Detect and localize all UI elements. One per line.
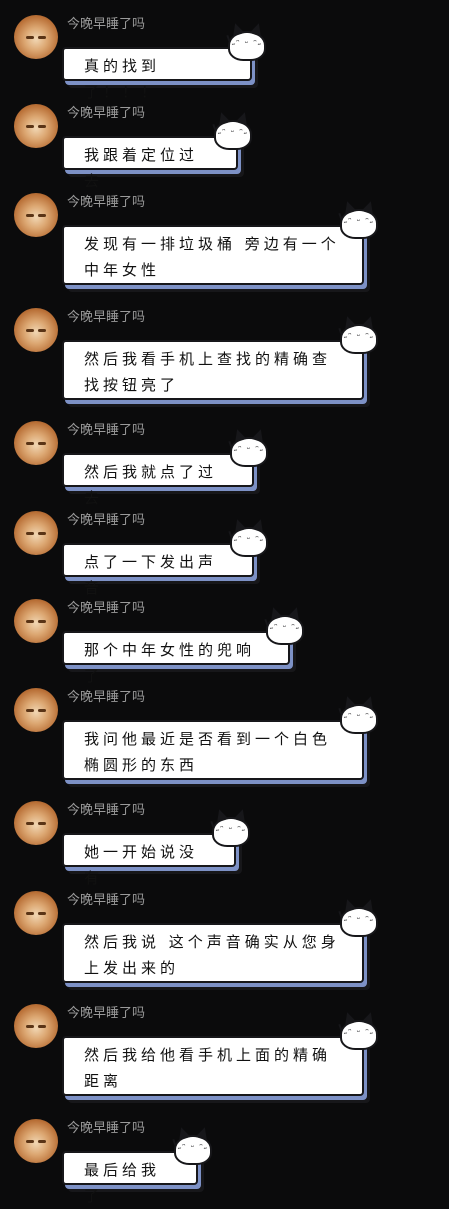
message-bubble[interactable]: 然后我说 这个声音确实从您身上发出来的 ˶ᵔ ᵕ ᵔ˶: [62, 907, 378, 983]
cat-face: ˶ᵔ ᵕ ᵔ˶: [270, 623, 300, 633]
username: 今晚早睡了吗: [67, 423, 146, 438]
username: 今晚早睡了吗: [67, 1121, 146, 1136]
message-text: 然后我看手机上查找的精确查找按钮亮了: [84, 350, 332, 394]
username: 今晚早睡了吗: [67, 893, 146, 908]
cat-sticker-icon: ˶ᵔ ᵕ ᵔ˶: [212, 817, 250, 847]
cat-face: ˶ᵔ ᵕ ᵔ˶: [216, 825, 246, 835]
cat-face: ˶ᵔ ᵕ ᵔ˶: [344, 1028, 374, 1038]
message-text: 我问他最近是否看到一个白色椭圆形的东西: [84, 730, 332, 774]
username: 今晚早睡了吗: [67, 513, 146, 528]
message-text: 我跟着定位过去: [84, 146, 199, 190]
message-bubble[interactable]: 点了一下发出声音 ˶ᵔ ᵕ ᵔ˶: [62, 527, 268, 597]
message-text: 然后我就点了过去: [84, 463, 218, 507]
username: 今晚早睡了吗: [67, 17, 146, 32]
message-text: 真的找到了！！！: [84, 57, 161, 101]
cat-sticker-icon: ˶ᵔ ᵕ ᵔ˶: [340, 209, 378, 239]
avatar[interactable]: [14, 15, 58, 59]
message-bubble[interactable]: 然后我就点了过去 ˶ᵔ ᵕ ᵔ˶: [62, 437, 268, 507]
username: 今晚早睡了吗: [67, 195, 146, 210]
message-bubble[interactable]: 发现有一排垃圾桶 旁边有一个中年女性 ˶ᵔ ᵕ ᵔ˶: [62, 209, 378, 285]
message-bubble[interactable]: 我跟着定位过去 ˶ᵔ ᵕ ᵔ˶: [62, 120, 252, 190]
cat-sticker-icon: ˶ᵔ ᵕ ᵔ˶: [266, 615, 304, 645]
avatar[interactable]: [14, 688, 58, 732]
username: 今晚早睡了吗: [67, 310, 146, 325]
cat-sticker-icon: ˶ᵔ ᵕ ᵔ˶: [340, 704, 378, 734]
message-text: 发现有一排垃圾桶 旁边有一个中年女性: [84, 235, 340, 279]
username: 今晚早睡了吗: [67, 106, 146, 121]
message-bubble[interactable]: 那个中年女性的兜响了 ˶ᵔ ᵕ ᵔ˶: [62, 615, 304, 685]
avatar[interactable]: [14, 1004, 58, 1048]
message-text: 点了一下发出声音: [84, 553, 218, 597]
username: 今晚早睡了吗: [67, 601, 146, 616]
cat-face: ˶ᵔ ᵕ ᵔ˶: [344, 712, 374, 722]
chat-list: 今晚早睡了吗 真的找到了！！！ ˶ᵔ ᵕ ᵔ˶ 今晚早睡了吗 我跟着定位过去 ˶ᵔ ᵕ ᵔ…: [0, 0, 449, 1205]
cat-face: ˶ᵔ ᵕ ᵔ˶: [232, 39, 262, 49]
cat-face: ˶ᵔ ᵕ ᵔ˶: [344, 332, 374, 342]
cat-sticker-icon: ˶ᵔ ᵕ ᵔ˶: [228, 31, 266, 61]
avatar[interactable]: [14, 1119, 58, 1163]
avatar[interactable]: [14, 599, 58, 643]
cat-sticker-icon: ˶ᵔ ᵕ ᵔ˶: [230, 437, 268, 467]
message-text: 然后我给他看手机上面的精确距离: [84, 1046, 332, 1090]
username: 今晚早睡了吗: [67, 1006, 146, 1021]
cat-face: ˶ᵔ ᵕ ᵔ˶: [344, 915, 374, 925]
username: 今晚早睡了吗: [67, 803, 146, 818]
cat-sticker-icon: ˶ᵔ ᵕ ᵔ˶: [340, 907, 378, 937]
cat-sticker-icon: ˶ᵔ ᵕ ᵔ˶: [340, 324, 378, 354]
cat-face: ˶ᵔ ᵕ ᵔ˶: [178, 1143, 208, 1153]
message-bubble[interactable]: 我问他最近是否看到一个白色椭圆形的东西 ˶ᵔ ᵕ ᵔ˶: [62, 704, 378, 780]
avatar[interactable]: [14, 511, 58, 555]
cat-face: ˶ᵔ ᵕ ᵔ˶: [344, 217, 374, 227]
message-text: 她一开始说没有: [84, 843, 199, 887]
message-bubble[interactable]: 然后我看手机上查找的精确查找按钮亮了 ˶ᵔ ᵕ ᵔ˶: [62, 324, 378, 400]
avatar[interactable]: [14, 801, 58, 845]
avatar[interactable]: [14, 421, 58, 465]
message-text: 然后我说 这个声音确实从您身上发出来的: [84, 933, 340, 977]
message-text: 那个中年女性的兜响了: [84, 641, 256, 685]
avatar[interactable]: [14, 308, 58, 352]
cat-sticker-icon: ˶ᵔ ᵕ ᵔ˶: [230, 527, 268, 557]
cat-face: ˶ᵔ ᵕ ᵔ˶: [234, 535, 264, 545]
avatar[interactable]: [14, 193, 58, 237]
message-bubble[interactable]: 最后给我了 ˶ᵔ ᵕ ᵔ˶: [62, 1135, 212, 1205]
cat-face: ˶ᵔ ᵕ ᵔ˶: [218, 128, 248, 138]
avatar[interactable]: [14, 891, 58, 935]
cat-sticker-icon: ˶ᵔ ᵕ ᵔ˶: [174, 1135, 212, 1165]
cat-face: ˶ᵔ ᵕ ᵔ˶: [234, 445, 264, 455]
avatar[interactable]: [14, 104, 58, 148]
cat-sticker-icon: ˶ᵔ ᵕ ᵔ˶: [340, 1020, 378, 1050]
message-bubble[interactable]: 真的找到了！！！ ˶ᵔ ᵕ ᵔ˶: [62, 31, 266, 101]
message-bubble[interactable]: 然后我给他看手机上面的精确距离 ˶ᵔ ᵕ ᵔ˶: [62, 1020, 378, 1096]
message-bubble[interactable]: 她一开始说没有 ˶ᵔ ᵕ ᵔ˶: [62, 817, 250, 887]
username: 今晚早睡了吗: [67, 690, 146, 705]
cat-sticker-icon: ˶ᵔ ᵕ ᵔ˶: [214, 120, 252, 150]
message-text: 最后给我了: [84, 1161, 161, 1205]
